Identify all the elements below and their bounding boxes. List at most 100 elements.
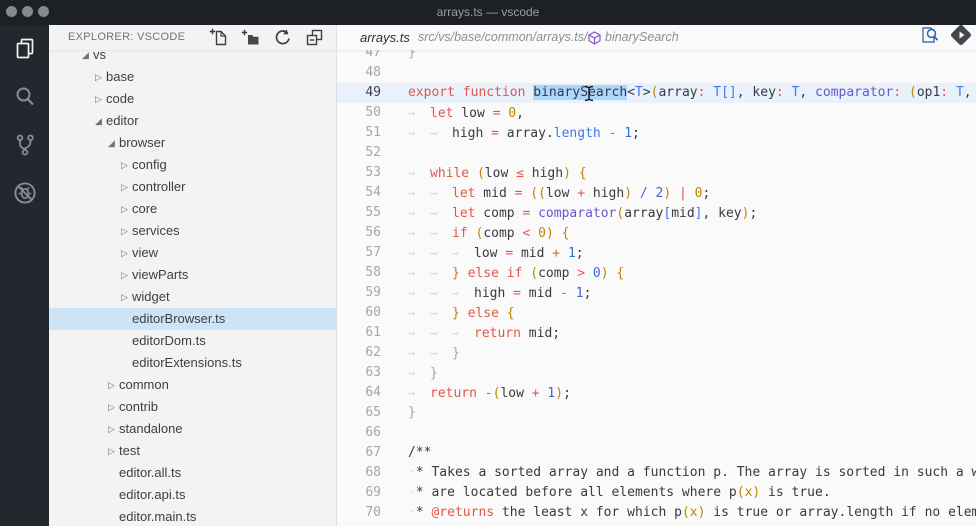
tree-item-test[interactable]: ▷test [49,440,336,462]
refresh-icon [273,28,292,47]
code-line-59[interactable]: 59→→→high = mid - 1; [337,283,976,303]
tree-item-browser[interactable]: ◢browser [49,132,336,154]
twistie-collapsed-icon[interactable]: ▷ [118,198,131,220]
tree-item-editor.all.ts[interactable]: editor.all.ts [49,462,336,484]
tree-item-editorextensions.ts[interactable]: editorExtensions.ts [49,352,336,374]
tree-item-viewparts[interactable]: ▷viewParts [49,264,336,286]
tree-item-base[interactable]: ▷base [49,66,336,88]
code-token: ( [737,485,745,500]
code-token [807,85,815,100]
tree-item-vs[interactable]: ◢vs [49,50,336,66]
code-token [560,246,568,261]
new-file-button[interactable] [209,28,228,47]
code-line-55[interactable]: 55→→let comp = comparator(array[mid], ke… [337,203,976,223]
twistie-expanded-icon[interactable]: ◢ [79,50,92,66]
code-line-48[interactable]: 48 [337,63,976,83]
tree-item-code[interactable]: ▷code [49,88,336,110]
activitybar-item-source-control[interactable] [0,121,49,169]
activitybar-item-search[interactable] [0,73,49,121]
code-token: ( [909,85,917,100]
tree-item-controller[interactable]: ▷controller [49,176,336,198]
activitybar-item-explorer[interactable] [0,25,49,73]
code-token: 0 [695,186,703,201]
tree-item-core[interactable]: ▷core [49,198,336,220]
code-line-60[interactable]: 60→→} else { [337,303,976,323]
tree-item-standalone[interactable]: ▷standalone [49,418,336,440]
code-token: array [624,206,663,221]
line-number: 69 [337,483,381,503]
twistie-collapsed-icon[interactable]: ▷ [105,396,118,418]
tree-item-editorbrowser.ts[interactable]: editorBrowser.ts [49,308,336,330]
code-token: } [430,366,438,381]
tree-item-services[interactable]: ▷services [49,220,336,242]
code-line-54[interactable]: 54→→let mid = ((low + high) / 2) | 0; [337,183,976,203]
twistie-expanded-icon[interactable]: ◢ [105,132,118,154]
code-line-61[interactable]: 61→→→return mid; [337,323,976,343]
twistie-collapsed-icon[interactable]: ▷ [105,440,118,462]
tree-item-view[interactable]: ▷view [49,242,336,264]
tab-whitespace-arrow: → [430,303,452,323]
code-token: function [463,85,526,100]
code-line-62[interactable]: 62→→} [337,343,976,363]
editor-tab-filename[interactable]: arrays.ts [360,25,410,50]
twistie-collapsed-icon[interactable]: ▷ [105,418,118,440]
code-line-58[interactable]: 58→→} else if (comp > 0) { [337,263,976,283]
twistie-collapsed-icon[interactable]: ▷ [118,220,131,242]
explorer-sidebar: EXPLORER: VSCODE [49,25,337,526]
tree-item-contrib[interactable]: ▷contrib [49,396,336,418]
twistie-collapsed-icon[interactable]: ▷ [118,154,131,176]
code-token: op2 [972,85,976,100]
tree-item-label: editor [106,110,139,132]
twistie-collapsed-icon[interactable]: ▷ [118,176,131,198]
twistie-expanded-icon[interactable]: ◢ [92,110,105,132]
tree-item-editor.api.ts[interactable]: editor.api.ts [49,484,336,506]
tree-item-widget[interactable]: ▷widget [49,286,336,308]
code-token: ( [682,505,690,520]
code-line-68[interactable]: 68·* Takes a sorted array and a function… [337,463,976,483]
tree-item-editor[interactable]: ◢editor [49,110,336,132]
collapse-all-button[interactable] [305,28,324,47]
code-line-53[interactable]: 53→while (low ≤ high) { [337,163,976,183]
code-line-52[interactable]: 52 [337,143,976,163]
code-token: : [893,85,901,100]
code-line-65[interactable]: 65} [337,403,976,423]
code-token: op1 [917,85,940,100]
diamond-button[interactable] [949,25,973,52]
code-line-51[interactable]: 51→→high = array.length - 1; [337,123,976,143]
twistie-collapsed-icon[interactable]: ▷ [105,374,118,396]
activitybar-item-debug[interactable] [0,169,49,217]
tree-item-editor.main.ts[interactable]: editor.main.ts [49,506,336,526]
tree-item-label: config [132,154,167,176]
code-line-56[interactable]: 56→→if (comp < 0) { [337,223,976,243]
twistie-collapsed-icon[interactable]: ▷ [92,66,105,88]
line-number: 52 [337,143,381,163]
code-line-67[interactable]: 67/** [337,443,976,463]
preview-search-button[interactable] [919,25,940,50]
line-content: ·* @returns the least x for which p(x) i… [408,503,976,523]
breadcrumb-symbol[interactable]: binarySearch [588,25,679,50]
tab-whitespace-arrow: → [408,263,430,283]
twistie-collapsed-icon[interactable]: ▷ [118,242,131,264]
code-line-64[interactable]: 64→return -(low + 1); [337,383,976,403]
twistie-collapsed-icon[interactable]: ▷ [118,286,131,308]
code-editor[interactable]: 47}4849export function binarySearch<T>(a… [337,50,976,526]
twistie-collapsed-icon[interactable]: ▷ [118,264,131,286]
line-content: →let low = 0, [408,103,524,124]
tree-item-common[interactable]: ▷common [49,374,336,396]
code-line-49[interactable]: 49export function binarySearch<T>(array:… [337,83,976,103]
refresh-button[interactable] [273,28,292,47]
code-line-47[interactable]: 47} [337,50,976,63]
code-line-70[interactable]: 70·* @returns the least x for which p(x)… [337,503,976,523]
code-token: ; [703,186,711,201]
code-line-69[interactable]: 69·* are located before all elements whe… [337,483,976,503]
tree-item-config[interactable]: ▷config [49,154,336,176]
code-token: | [679,186,687,201]
twistie-collapsed-icon[interactable]: ▷ [92,88,105,110]
code-line-57[interactable]: 57→→→low = mid + 1; [337,243,976,263]
tree-item-editordom.ts[interactable]: editorDom.ts [49,330,336,352]
tree-item-label: common [119,374,169,396]
code-line-66[interactable]: 66 [337,423,976,443]
code-line-50[interactable]: 50→let low = 0, [337,103,976,123]
code-line-63[interactable]: 63→} [337,363,976,383]
new-folder-button[interactable] [241,28,260,47]
